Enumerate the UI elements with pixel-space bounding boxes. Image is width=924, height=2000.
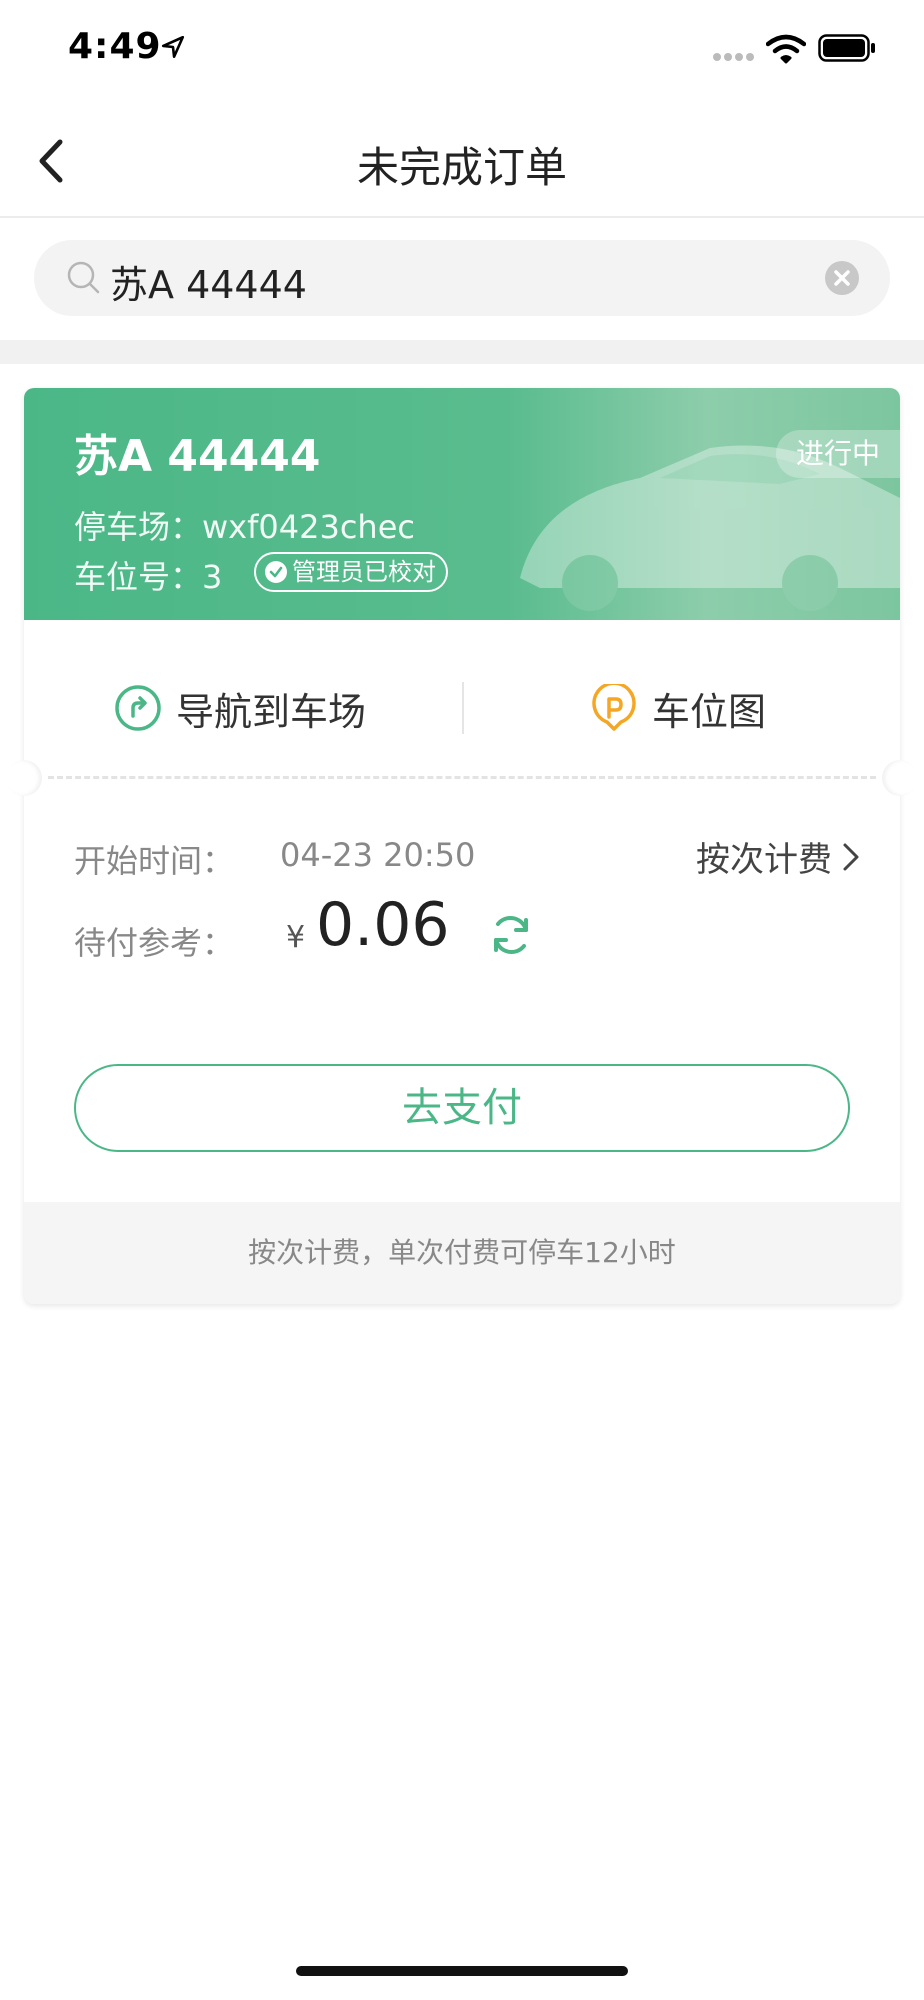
parking-pin-icon <box>592 684 636 731</box>
car-illustration-icon <box>520 445 900 611</box>
action-divider <box>462 682 464 734</box>
billing-mode-link[interactable]: 按次计费 <box>696 832 860 881</box>
plate-number: 苏A 44444 <box>74 431 321 482</box>
navigate-label: 导航到车场 <box>176 689 367 734</box>
billing-note: 按次计费，单次付费可停车12小时 <box>24 1202 900 1304</box>
location-arrow-icon <box>161 35 185 59</box>
verified-badge-label: 管理员已校对 <box>292 558 436 586</box>
nav-bar: 未完成订单 <box>0 100 924 218</box>
pay-button[interactable]: 去支付 <box>74 1064 850 1152</box>
start-time-label: 开始时间： <box>74 842 235 880</box>
start-time-value: 04-23 20:50 <box>280 836 476 874</box>
order-card-header: 苏A 44444 进行中 停车场：wxf0423chec 车位号：3 管理员已校… <box>24 388 900 620</box>
slot-map-button[interactable]: 车位图 <box>590 682 766 734</box>
parking-lot-info: 停车场：wxf0423chec <box>74 508 415 546</box>
dashed-divider <box>48 776 876 779</box>
ticket-notch-left <box>6 760 42 796</box>
signal-icon <box>713 53 754 61</box>
amount-due-label: 待付参考： <box>74 924 235 962</box>
status-time: 4:49 <box>68 26 162 67</box>
amount-due-value: 0.06 <box>316 890 450 960</box>
search-section: 苏A 44444 <box>0 218 924 340</box>
navigation-icon <box>115 685 161 731</box>
order-card: 苏A 44444 进行中 停车场：wxf0423chec 车位号：3 管理员已校… <box>6 388 918 1304</box>
billing-mode-label: 按次计费 <box>696 840 832 880</box>
page-title: 未完成订单 <box>356 143 567 192</box>
status-bar: 4:49 <box>0 0 924 100</box>
slot-map-label: 车位图 <box>652 689 767 734</box>
status-badge: 进行中 <box>776 430 900 478</box>
action-row: 导航到车场 车位图 <box>24 620 900 780</box>
clear-icon[interactable] <box>824 260 860 296</box>
home-indicator <box>296 1966 628 1976</box>
slot-number-info: 车位号：3 <box>74 558 223 596</box>
ticket-notch-right <box>882 760 918 796</box>
battery-icon <box>818 34 875 62</box>
search-icon <box>67 261 100 294</box>
refresh-icon[interactable] <box>486 910 536 960</box>
verified-badge: 管理员已校对 <box>254 552 448 592</box>
search-value: 苏A 44444 <box>110 263 307 307</box>
navigate-button[interactable]: 导航到车场 <box>114 682 366 734</box>
check-circle-icon <box>265 561 287 583</box>
section-divider <box>0 340 924 364</box>
chevron-right-icon <box>843 843 859 870</box>
currency-symbol: ¥ <box>286 920 306 955</box>
search-input[interactable]: 苏A 44444 <box>34 240 890 316</box>
wifi-icon <box>766 34 806 64</box>
